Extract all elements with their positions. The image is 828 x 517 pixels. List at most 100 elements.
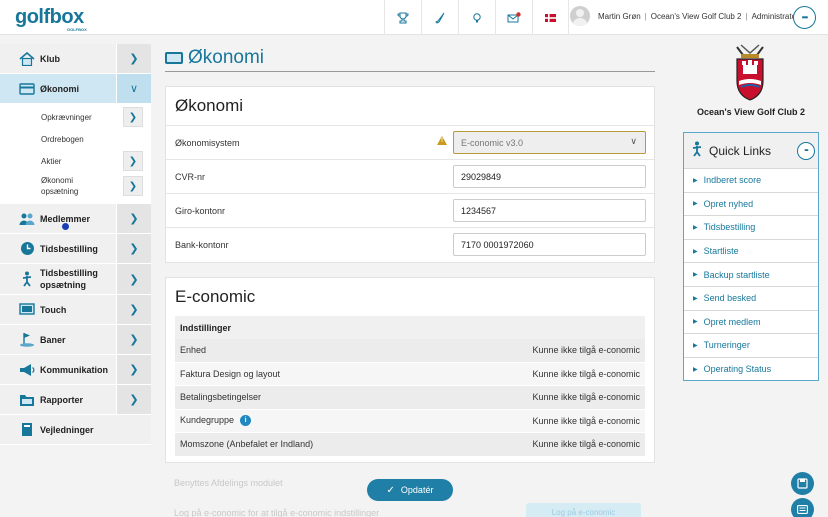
giro-input[interactable]: 1234567 [453,199,646,222]
submenu-item-ordrebogen[interactable]: Ordrebogen [0,128,151,150]
okonomisystem-select[interactable]: E-conomic v3.0 ∨ [453,131,646,154]
megaphone-icon [17,361,37,379]
logo-text: golfbox [15,6,84,28]
settings-rows: Enhed Kunne ikke tilgå e-conomic Faktura… [175,339,645,457]
setting-value: Kunne ikke tilgå e-conomic [532,439,640,450]
sidebar-item-touch[interactable]: Touch ❯ [0,295,151,325]
save-fab-button[interactable] [791,472,814,495]
settings-header: Indstillinger [175,316,645,339]
sidebar-item-medlemmer[interactable]: Medlemmer ❯ [0,204,151,234]
quick-link-label: Send besked [703,293,757,304]
check-icon: ✓ [386,484,395,496]
golfer-icon [17,270,37,288]
sidebar-item-vejledninger[interactable]: Vejledninger [0,415,151,445]
quick-link[interactable]: ▶ Opret medlem [684,309,818,334]
okonomi-submenu: Opkrævninger ❯ Ordrebogen Aktier ❯ Økono… [0,104,151,204]
chevron-right-icon[interactable]: ❯ [116,204,151,233]
sidebar-item-kommunikation[interactable]: Kommunikation ❯ [0,355,151,385]
sidebar-item-label: Vejledninger [40,424,94,435]
keyboard-fab-button[interactable] [791,498,814,517]
chevron-right-icon[interactable]: ❯ [116,234,151,263]
table-row: Kundegruppe i Kunne ikke tilgå e-conomic [175,409,645,433]
chevron-right-icon[interactable]: ❯ [116,325,151,354]
more-icon: ••• [804,148,808,154]
quick-link-label: Indberet score [703,175,762,186]
chevron-right-icon[interactable]: ❯ [116,44,151,73]
quick-link[interactable]: ▶ Operating Status [684,356,818,381]
cvr-input[interactable]: 29029849 [453,165,646,188]
user-info: Martin Grøn | Ocean's View Golf Club 2 | Adm… [598,12,799,21]
top-bar: golfbox GOLFBOX Martin Grøn | Ocean's View… [0,0,828,35]
submenu-item-okonomi-opsaetning[interactable]: Økonomi opsætning ❯ [0,172,151,200]
field-label: Bank-kontonr [175,239,229,250]
avatar [570,6,590,26]
sidebar-item-label: Tidsbestilling opsætning [40,268,98,290]
form-row-okonomisystem: Økonomisystem E-conomic v3.0 ∨ [166,125,654,159]
chevron-down-icon[interactable]: ∨ [116,74,151,103]
button-label: Log på e-conomic [551,507,616,517]
card-title: E-conomic [175,287,256,306]
quick-link[interactable]: ▶ Startliste [684,238,818,263]
touch-icon [17,301,37,319]
setting-value: Kunne ikke tilgå e-conomic [532,368,640,379]
caret-right-icon: ▶ [693,177,698,184]
field-label: Giro-kontonr [175,205,226,216]
flag-icon[interactable] [532,0,569,35]
quick-link[interactable]: ▶ Indberet score [684,168,818,192]
sidebar-item-label: Klub [40,53,60,64]
economic-login-button[interactable]: Log på e-conomic [526,503,641,517]
setting-label: Momszone (Anbefalet er Indland) [180,439,314,450]
setting-label: Kundegruppe [180,415,235,426]
logo-subtext: GOLFBOX [67,27,87,32]
sidebar-item-okonomi[interactable]: Økonomi ∨ [0,74,151,104]
trophy-icon[interactable] [384,0,421,35]
separator: | [644,11,647,21]
setting-label: Betalingsbetingelser [180,392,262,403]
quick-link[interactable]: ▶ Turneringer [684,333,818,357]
setting-value: Kunne ikke tilgå e-conomic [532,392,640,403]
chevron-right-icon[interactable]: ❯ [123,107,143,127]
sidebar-item-klub[interactable]: Klub ❯ [0,44,151,74]
sidebar-item-rapporter[interactable]: Rapporter ❯ [0,385,151,415]
sidebar-item-label: Økonomi [40,83,80,94]
warning-icon [437,136,447,145]
bank-input[interactable]: 7170 0001972060 [453,233,646,256]
chevron-right-icon[interactable]: ❯ [116,295,151,324]
club-name: Ocean's View Golf Club 2 [696,107,805,117]
mail-icon[interactable] [495,0,532,35]
form-row-giro: Giro-kontonr 1234567 [166,193,654,227]
setting-label: Enhed [180,345,207,356]
chevron-right-icon[interactable]: ❯ [116,385,151,414]
economic-card: E-conomic Indstillinger Enhed Kunne ikke… [165,277,655,463]
quick-link[interactable]: ▶ Tidsbestilling [684,215,818,239]
quick-link-label: Turneringer [703,340,750,351]
quick-link[interactable]: ▶ Backup startliste [684,262,818,286]
info-icon[interactable]: i [240,415,252,427]
members-icon [17,210,37,228]
golf-club-icon[interactable] [421,0,458,35]
form-row-cvr: CVR-nr 29029849 [166,159,654,193]
user-menu[interactable]: Martin Grøn | Ocean's View Golf Club 2 | Adm… [570,6,799,26]
user-role: Administrator [751,11,799,21]
sidebar-item-tidsbestilling[interactable]: Tidsbestilling ❯ [0,234,151,264]
bulb-icon[interactable] [458,0,495,35]
sidebar-item-tidsbestilling-opsaetning[interactable]: Tidsbestilling opsætning ❯ [0,264,151,295]
submenu-item-aktier[interactable]: Aktier ❯ [0,150,151,172]
quick-links-menu-button[interactable]: ••• [797,142,815,160]
chevron-right-icon[interactable]: ❯ [123,176,143,196]
submenu-item-opkraevninger[interactable]: Opkrævninger ❯ [0,106,151,128]
caret-right-icon: ▶ [693,319,698,326]
update-button[interactable]: ✓ Opdatér [367,479,453,501]
sidebar-item-baner[interactable]: Baner ❯ [0,325,151,355]
input-value: 29029849 [461,171,502,182]
golfbox-logo[interactable]: golfbox GOLFBOX [15,6,87,32]
chevron-right-icon[interactable]: ❯ [123,151,143,171]
chevron-right-icon[interactable]: ❯ [116,355,151,384]
quick-link[interactable]: ▶ Send besked [684,285,818,310]
chevron-right-icon[interactable]: ❯ [116,264,151,294]
quick-link[interactable]: ▶ Opret nyhed [684,191,818,216]
caret-right-icon: ▶ [693,248,698,255]
caret-right-icon: ▶ [693,295,698,302]
okonomi-card: Økonomi Økonomisystem E-conomic v3.0 ∨ C… [165,86,655,263]
more-menu-button[interactable]: ••• [793,6,816,29]
